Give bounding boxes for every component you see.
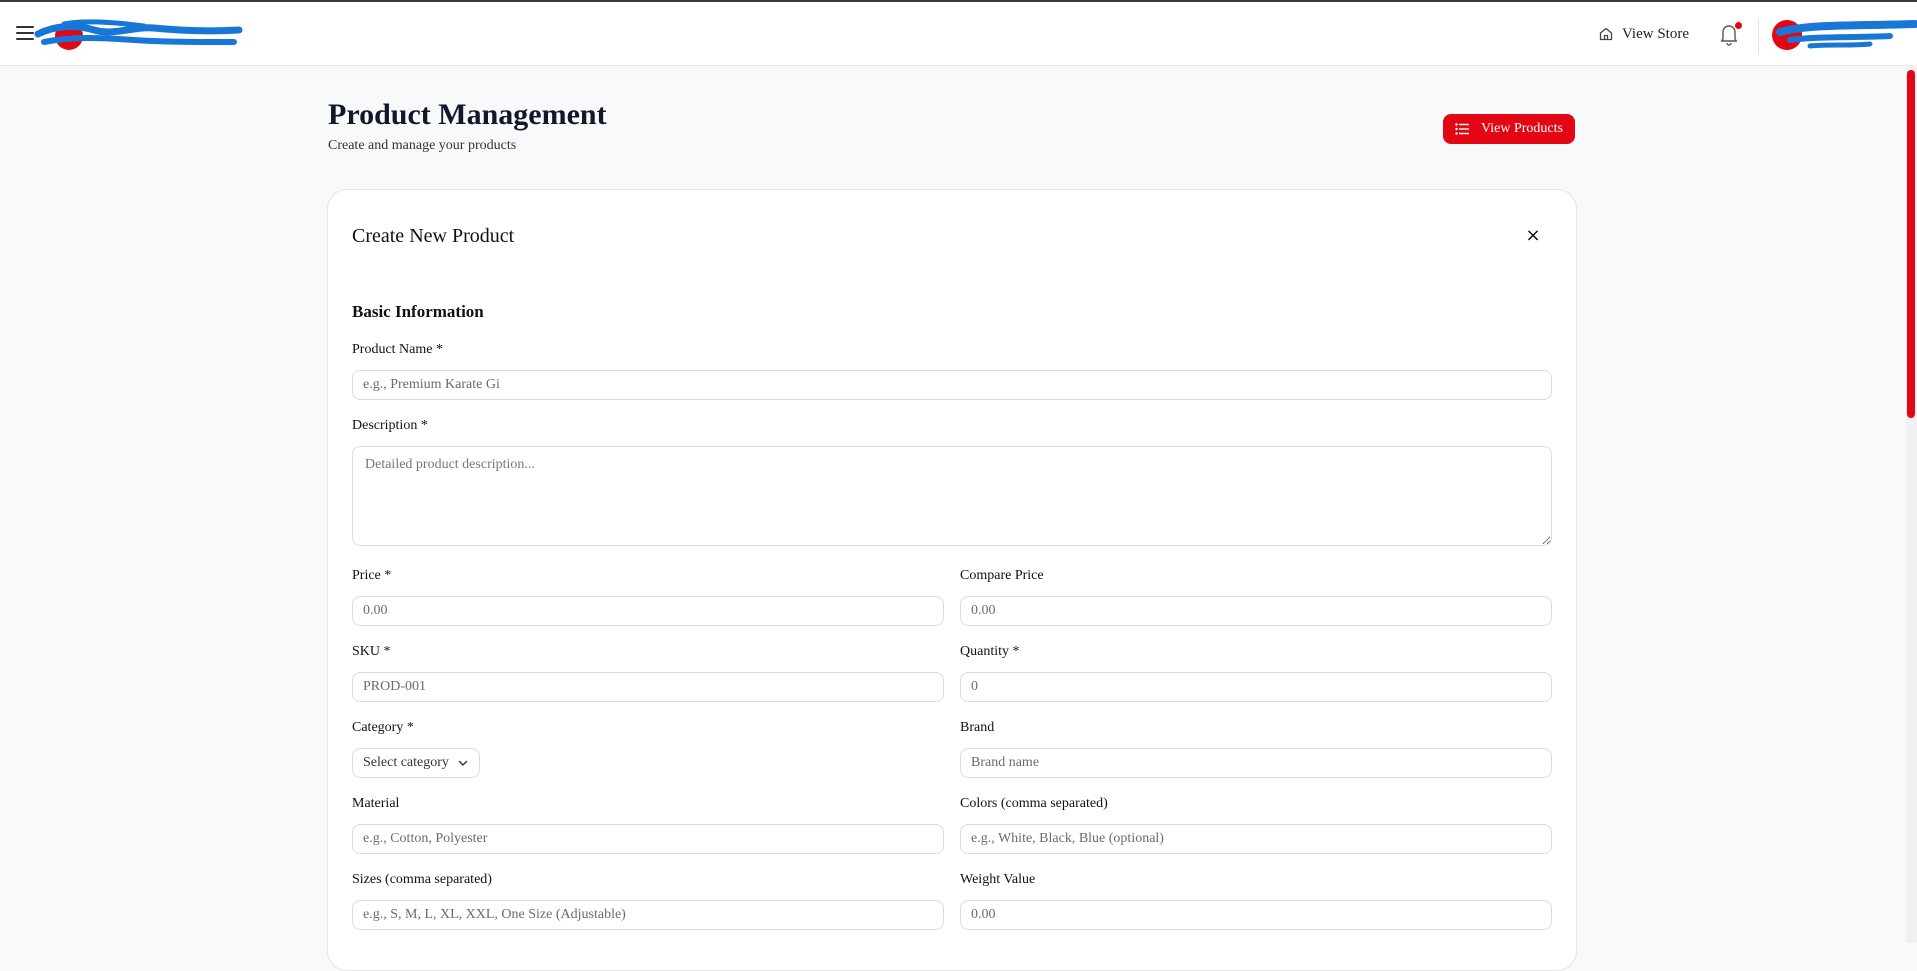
brand-logo-redacted[interactable]	[34, 16, 244, 52]
price-label: Price *	[352, 568, 392, 583]
view-store-link[interactable]: View Store	[1598, 22, 1689, 46]
close-icon[interactable]: ×	[1524, 226, 1542, 246]
bell-icon[interactable]	[1718, 22, 1742, 46]
price-input[interactable]	[352, 596, 944, 626]
sizes-input[interactable]	[352, 900, 944, 930]
brand-input[interactable]	[960, 748, 1552, 778]
page-subtitle: Create and manage your products	[328, 138, 517, 153]
top-navbar: View Store	[0, 2, 1917, 66]
chevron-down-icon	[458, 760, 468, 766]
list-icon	[1455, 123, 1469, 135]
sku-label: SKU *	[352, 644, 391, 659]
category-selected-value: Select category	[363, 755, 449, 770]
compare-price-label: Compare Price	[960, 568, 1044, 583]
material-label: Material	[352, 796, 400, 811]
view-store-label: View Store	[1622, 25, 1690, 42]
home-icon	[1599, 27, 1613, 41]
material-input[interactable]	[352, 824, 944, 854]
description-textarea[interactable]	[352, 446, 1552, 546]
menu-icon[interactable]	[16, 24, 36, 42]
brand-label: Brand	[960, 720, 995, 735]
category-select[interactable]: Select category	[352, 748, 480, 778]
colors-input[interactable]	[960, 824, 1552, 854]
colors-label: Colors (comma separated)	[960, 796, 1108, 811]
user-avatar-redacted[interactable]	[1770, 16, 1917, 54]
description-label: Description *	[352, 418, 428, 433]
page-title: Product Management	[328, 98, 607, 131]
product-name-input[interactable]	[352, 370, 1552, 400]
scrollbar-thumb[interactable]	[1907, 70, 1915, 418]
navbar-divider	[1758, 18, 1759, 54]
quantity-input[interactable]	[960, 672, 1552, 702]
section-title-basic-info: Basic Information	[352, 302, 484, 321]
sizes-label: Sizes (comma separated)	[352, 872, 492, 887]
compare-price-input[interactable]	[960, 596, 1552, 626]
quantity-label: Quantity *	[960, 644, 1020, 659]
weight-value-input[interactable]	[960, 900, 1552, 930]
weight-value-label: Weight Value	[960, 872, 1036, 887]
notification-dot	[1735, 22, 1742, 29]
view-products-button[interactable]: View Products	[1443, 114, 1575, 144]
sku-input[interactable]	[352, 672, 944, 702]
view-products-label: View Products	[1481, 121, 1563, 136]
form-title: Create New Product	[352, 225, 515, 247]
product-name-label: Product Name *	[352, 342, 443, 357]
category-label: Category *	[352, 720, 414, 735]
